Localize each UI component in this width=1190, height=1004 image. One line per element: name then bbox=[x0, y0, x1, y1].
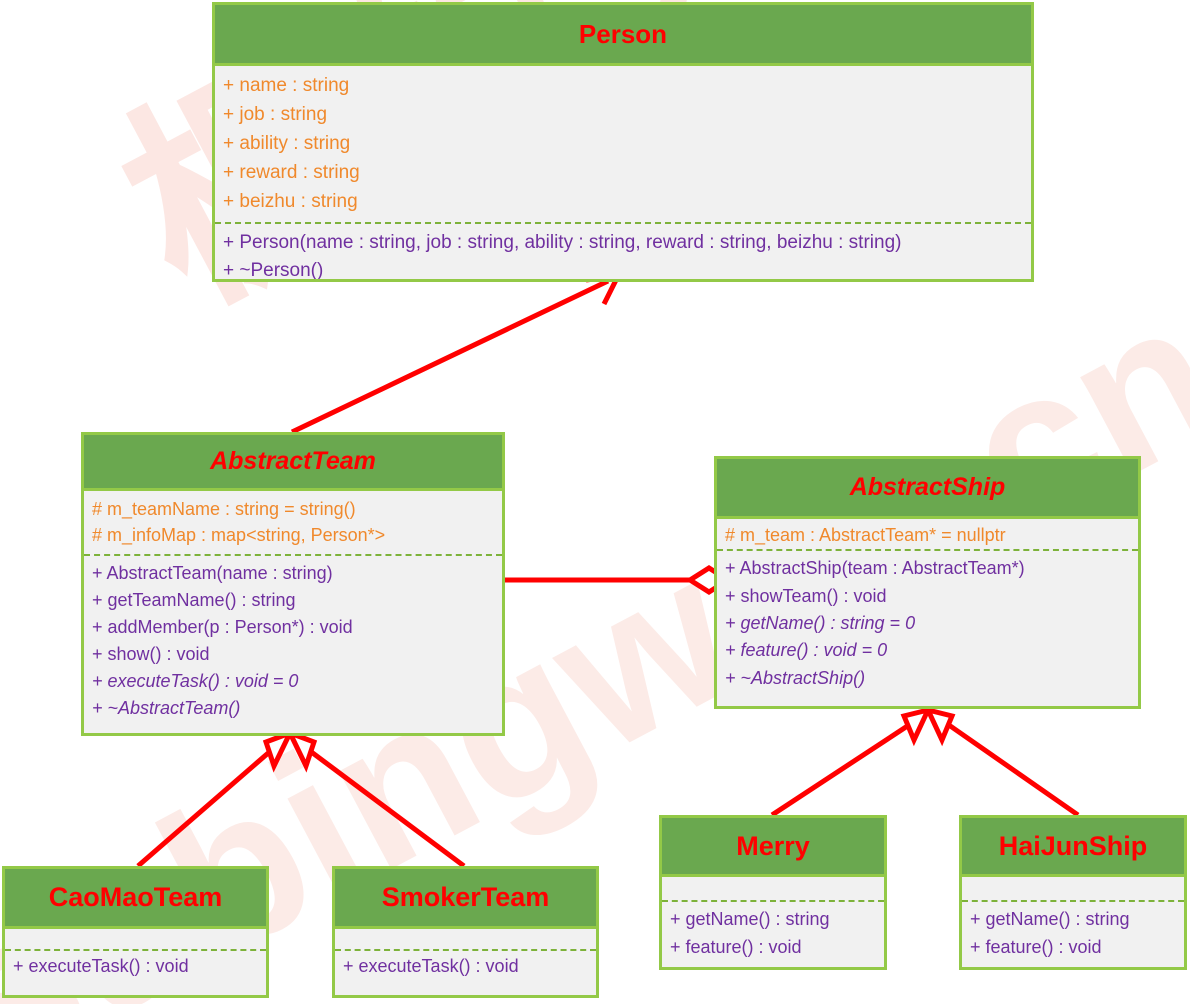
methods-abstract-ship: + AbstractShip(team : AbstractTeam*) + s… bbox=[717, 551, 1138, 698]
attribute-item: # m_infoMap : map<string, Person*> bbox=[92, 525, 386, 546]
class-name-smoker-team: SmokerTeam bbox=[335, 869, 596, 929]
class-name-person: Person bbox=[215, 5, 1031, 66]
empty-attributes bbox=[962, 877, 1184, 900]
class-name-caomao-team: CaoMaoTeam bbox=[5, 869, 266, 929]
attributes-abstract-ship: # m_team : AbstractTeam* = nullptr bbox=[717, 519, 1138, 552]
class-name-abstract-team: AbstractTeam bbox=[84, 435, 502, 491]
uml-diagram-canvas: 枫的天网 subingwen.cn bbox=[0, 0, 1190, 1004]
method-item: + ~Person() bbox=[223, 259, 324, 281]
class-box-merry[interactable]: Merry + getName() : string + feature() :… bbox=[659, 815, 887, 970]
attributes-haijun-ship bbox=[962, 877, 1184, 902]
methods-caomao-team: + executeTask() : void bbox=[5, 951, 266, 984]
methods-merry: + getName() : string + feature() : void bbox=[662, 902, 884, 967]
class-body-smoker-team: + executeTask() : void bbox=[335, 929, 596, 984]
empty-attributes bbox=[662, 877, 884, 900]
method-item: + Person(name : string, job : string, ab… bbox=[223, 232, 902, 254]
method-item: + executeTask() : void = 0 bbox=[92, 671, 299, 692]
class-name-haijun-ship: HaiJunShip bbox=[962, 818, 1184, 877]
class-box-haijun-ship[interactable]: HaiJunShip + getName() : string + featur… bbox=[959, 815, 1187, 970]
method-item: + feature() : void bbox=[970, 936, 1102, 957]
class-body-merry: + getName() : string + feature() : void bbox=[662, 877, 884, 967]
method-item: + getName() : string bbox=[970, 909, 1130, 929]
method-item: + showTeam() : void bbox=[725, 585, 887, 606]
class-body-abstract-ship: # m_team : AbstractTeam* = nullptr + Abs… bbox=[717, 519, 1138, 698]
method-item: + executeTask() : void bbox=[343, 956, 519, 976]
method-item: + getName() : string = 0 bbox=[725, 613, 916, 634]
link-haijun-extends-ship bbox=[923, 706, 1080, 818]
method-item: + AbstractTeam(name : string) bbox=[92, 563, 333, 584]
methods-abstract-team: + AbstractTeam(name : string) + getTeamN… bbox=[84, 556, 502, 728]
class-box-caomao-team[interactable]: CaoMaoTeam + executeTask() : void bbox=[2, 866, 269, 998]
class-name-merry: Merry bbox=[662, 818, 884, 877]
empty-attributes bbox=[5, 929, 266, 949]
attribute-item: # m_team : AbstractTeam* = nullptr bbox=[725, 525, 1006, 545]
class-body-person: + name : string + job : string + ability… bbox=[215, 66, 1031, 281]
method-item: + AbstractShip(team : AbstractTeam*) bbox=[725, 558, 1025, 579]
method-item: + ~AbstractTeam() bbox=[92, 698, 241, 719]
attribute-item: + reward : string bbox=[223, 161, 360, 183]
class-body-abstract-team: # m_teamName : string = string() # m_inf… bbox=[84, 491, 502, 728]
attribute-item: + ability : string bbox=[223, 132, 351, 154]
attributes-smoker-team bbox=[335, 929, 596, 951]
method-item: + getTeamName() : string bbox=[92, 590, 296, 611]
class-name-abstract-ship: AbstractShip bbox=[717, 459, 1138, 519]
attribute-item: + name : string bbox=[223, 75, 350, 96]
attributes-merry bbox=[662, 877, 884, 902]
empty-attributes bbox=[335, 929, 596, 949]
attributes-person: + name : string + job : string + ability… bbox=[215, 66, 1031, 225]
link-merry-extends-ship bbox=[770, 706, 933, 818]
link-ship-aggregates-team bbox=[505, 565, 733, 595]
class-box-abstract-team[interactable]: AbstractTeam # m_teamName : string = str… bbox=[81, 432, 505, 736]
method-item: + show() : void bbox=[92, 644, 210, 665]
methods-haijun-ship: + getName() : string + feature() : void bbox=[962, 902, 1184, 967]
methods-person: + Person(name : string, job : string, ab… bbox=[215, 224, 1031, 281]
class-body-haijun-ship: + getName() : string + feature() : void bbox=[962, 877, 1184, 967]
method-item: + executeTask() : void bbox=[13, 956, 189, 976]
method-item: + ~AbstractShip() bbox=[725, 667, 866, 688]
class-body-caomao-team: + executeTask() : void bbox=[5, 929, 266, 984]
class-box-abstract-ship[interactable]: AbstractShip # m_team : AbstractTeam* = … bbox=[714, 456, 1141, 709]
attributes-abstract-team: # m_teamName : string = string() # m_inf… bbox=[84, 491, 502, 557]
class-box-smoker-team[interactable]: SmokerTeam + executeTask() : void bbox=[332, 866, 599, 998]
link-smoker-extends-team bbox=[285, 728, 466, 869]
class-box-person[interactable]: Person + name : string + job : string + … bbox=[212, 2, 1034, 282]
method-item: + feature() : void bbox=[670, 936, 802, 957]
method-item: + feature() : void = 0 bbox=[725, 640, 888, 661]
attribute-item: # m_teamName : string = string() bbox=[92, 499, 356, 519]
link-caomao-extends-team bbox=[136, 728, 295, 868]
attribute-item: + job : string bbox=[223, 103, 328, 125]
attribute-item: + beizhu : string bbox=[223, 190, 358, 212]
link-team-uses-person bbox=[290, 272, 623, 435]
method-item: + addMember(p : Person*) : void bbox=[92, 617, 353, 638]
methods-smoker-team: + executeTask() : void bbox=[335, 951, 596, 984]
attributes-caomao-team bbox=[5, 929, 266, 951]
method-item: + getName() : string bbox=[670, 909, 830, 929]
